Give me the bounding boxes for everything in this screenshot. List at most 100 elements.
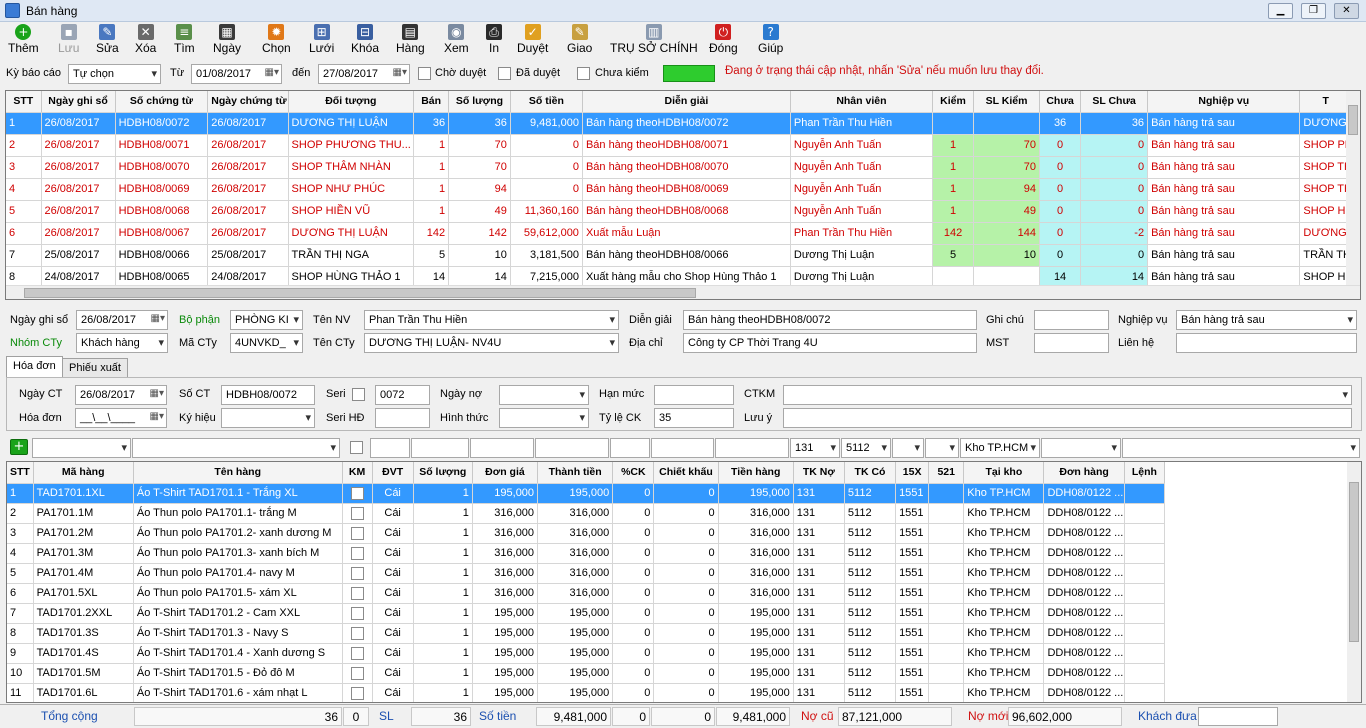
detail-col-header[interactable]: STT <box>7 462 34 484</box>
due-date-select[interactable] <box>499 385 589 405</box>
paid-input[interactable] <box>1198 707 1278 726</box>
detail-col-header[interactable]: Tiền hàng <box>718 462 794 484</box>
detail-row[interactable]: 11 TAD1701.6L Áo T-Shirt TAD1701.6 - xám n… <box>7 683 1166 702</box>
staff-select[interactable]: Phan Trần Thu Hiền <box>364 310 619 330</box>
credit-limit-input[interactable] <box>654 385 734 405</box>
entry-command-select[interactable] <box>1122 438 1360 458</box>
voucher-hscroll-thumb[interactable] <box>24 288 696 298</box>
voucher-row[interactable]: 5 26/08/2017 HDBH08/0068 26/08/2017 SHOP HIỀ… <box>6 200 1352 223</box>
voucher-row[interactable]: 2 26/08/2017 HDBH08/0071 26/08/2017 SHOP PHƯ… <box>6 134 1352 157</box>
close-button[interactable]: ✕ <box>1334 3 1359 19</box>
detail-row[interactable]: 2 PA1701.1M Áo Thun polo PA1701.1- trắng M… <box>7 503 1166 524</box>
entry-discount-input[interactable] <box>651 438 714 458</box>
company-group-select[interactable]: Khách hàng <box>76 333 168 353</box>
voucher-vscroll[interactable] <box>1346 91 1360 287</box>
voucher-row[interactable]: 3 26/08/2017 HDBH08/0070 26/08/2017 SHOP THÂ… <box>6 156 1352 179</box>
toolbar-power-button[interactable]: ⏻ Đóng <box>709 24 738 55</box>
voucher-vscroll-thumb[interactable] <box>1348 105 1358 135</box>
detail-row[interactable]: 5 PA1701.4M Áo Thun polo PA1701.4- navy M C… <box>7 563 1166 584</box>
voucher-col-header[interactable]: Số lượng <box>448 91 511 113</box>
detail-vscroll[interactable] <box>1347 462 1361 702</box>
voucher-col-header[interactable]: SL Kiểm <box>973 91 1040 113</box>
detail-col-header[interactable]: 521 <box>928 462 965 484</box>
entry-order-select[interactable] <box>1041 438 1121 458</box>
invoice-date-picker[interactable]: __\__\____ <box>75 408 167 428</box>
entry-521-select[interactable] <box>925 438 959 458</box>
voucher-row[interactable]: 7 25/08/2017 HDBH08/0066 25/08/2017 TRẦN THỊ… <box>6 244 1352 267</box>
entry-debit-select[interactable]: 131 <box>790 438 840 458</box>
detail-col-header[interactable]: Lệnh <box>1124 462 1166 484</box>
detail-row[interactable]: 7 TAD1701.2XXL Áo T-Shirt TAD1701.2 - Cam … <box>7 603 1166 624</box>
seri-checkbox[interactable] <box>352 388 365 401</box>
voucher-col-header[interactable]: Ngày chứng từ <box>207 91 289 113</box>
detail-col-header[interactable]: %CK <box>612 462 655 484</box>
entry-code-select[interactable] <box>32 438 131 458</box>
promo-checkbox[interactable] <box>350 547 364 560</box>
toolbar-preview-button[interactable]: ◉ Xem <box>444 24 469 55</box>
detail-col-header[interactable]: KM <box>342 462 373 484</box>
detail-col-header[interactable]: Chiết khấu <box>653 462 719 484</box>
dept-select[interactable]: PHÒNG KI <box>230 310 303 330</box>
company-code-select[interactable]: 4UNVKD_ <box>230 333 303 353</box>
add-row-icon[interactable]: + <box>10 439 28 455</box>
toolbar-help-button[interactable]: ? Giúp <box>758 24 783 55</box>
voucher-hscroll[interactable] <box>6 285 1360 299</box>
contact-input[interactable] <box>1176 333 1357 353</box>
voucher-col-header[interactable]: Nghiệp vụ <box>1147 91 1301 113</box>
promo-checkbox[interactable] <box>350 667 364 680</box>
toolbar-grid-button[interactable]: ⊞ Lưới <box>309 24 334 55</box>
toolbar-headquarters-button[interactable]: ▥ TRỤ SỞ CHÍNH <box>610 24 698 55</box>
voucher-col-header[interactable]: Chưa <box>1039 91 1082 113</box>
detail-col-header[interactable]: Đơn giá <box>472 462 539 484</box>
toolbar-add-button[interactable]: + Thêm <box>8 24 39 55</box>
detail-col-header[interactable]: Tên hàng <box>133 462 343 484</box>
toolbar-gear-button[interactable]: ✹ Chọn <box>262 24 291 55</box>
entry-store-select[interactable]: Kho TP.HCM <box>960 438 1040 458</box>
voucher-col-header[interactable]: T <box>1299 91 1352 113</box>
voucher-col-header[interactable]: Số tiền <box>510 91 583 113</box>
detail-col-header[interactable]: Tại kho <box>963 462 1045 484</box>
tax-code-input[interactable] <box>1034 333 1109 353</box>
toolbar-approve-button[interactable]: ✓ Duyệt <box>517 24 548 55</box>
toolbar-deliver-button[interactable]: ✎ Giao <box>567 24 592 55</box>
detail-col-header[interactable]: Đơn hàng <box>1043 462 1125 484</box>
voucher-col-header[interactable]: Số chứng từ <box>115 91 209 113</box>
detail-col-header[interactable]: TK Có <box>844 462 897 484</box>
seri-input[interactable]: 0072 <box>375 385 430 405</box>
detail-row[interactable]: 8 TAD1701.3S Áo T-Shirt TAD1701.3 - Navy S… <box>7 623 1166 644</box>
detail-col-header[interactable]: 15X <box>895 462 930 484</box>
voucher-col-header[interactable]: Bán <box>413 91 450 113</box>
toolbar-find-document-button[interactable]: ≡ Tìm <box>174 24 195 55</box>
promo-checkbox[interactable] <box>350 507 364 520</box>
approved-checkbox[interactable] <box>498 67 511 80</box>
tab-invoice[interactable]: Hóa đơn <box>6 356 63 378</box>
detail-vscroll-thumb[interactable] <box>1349 482 1359 642</box>
detail-row[interactable]: 1 TAD1701.1XL Áo T-Shirt TAD1701.1 - Trắng… <box>7 483 1166 504</box>
maximize-button[interactable]: ❐ <box>1301 3 1326 19</box>
entry-unit-input[interactable] <box>370 438 410 458</box>
voucher-col-header[interactable]: Kiểm <box>932 91 975 113</box>
note-input[interactable] <box>1034 310 1109 330</box>
entry-name-select[interactable] <box>132 438 340 458</box>
to-date-picker[interactable]: 27/08/2017 <box>318 64 410 84</box>
voucher-no-input[interactable]: HDBH08/0072 <box>221 385 315 405</box>
symbol-select[interactable] <box>221 408 315 428</box>
voucher-col-header[interactable]: Ngày ghi sổ <box>41 91 116 113</box>
toolbar-goods-button[interactable]: ▤ Hàng <box>396 24 425 55</box>
detail-col-header[interactable]: Mã hàng <box>33 462 134 484</box>
detail-col-header[interactable]: Số lượng <box>413 462 473 484</box>
promo-checkbox[interactable] <box>350 487 364 500</box>
toolbar-calendar-button[interactable]: ▦ Ngày <box>213 24 241 55</box>
voucher-col-header[interactable]: SL Chưa <box>1080 91 1149 113</box>
promo-checkbox[interactable] <box>350 527 364 540</box>
voucher-date-picker[interactable]: 26/08/2017 <box>75 385 167 405</box>
entry-ck-percent-input[interactable] <box>610 438 650 458</box>
voucher-row[interactable]: 4 26/08/2017 HDBH08/0069 26/08/2017 SHOP NHƯ… <box>6 178 1352 201</box>
invoice-seri-input[interactable] <box>375 408 430 428</box>
entry-goods-input[interactable] <box>715 438 789 458</box>
toolbar-save-button[interactable]: ▪ Lưu <box>58 24 79 55</box>
discount-rate-input[interactable]: 35 <box>654 408 734 428</box>
voucher-row[interactable]: 6 26/08/2017 HDBH08/0067 26/08/2017 DƯƠNG TH… <box>6 222 1352 245</box>
remark-input[interactable] <box>783 408 1352 428</box>
company-name-select[interactable]: DƯƠNG THỊ LUẬN- NV4U <box>364 333 619 353</box>
